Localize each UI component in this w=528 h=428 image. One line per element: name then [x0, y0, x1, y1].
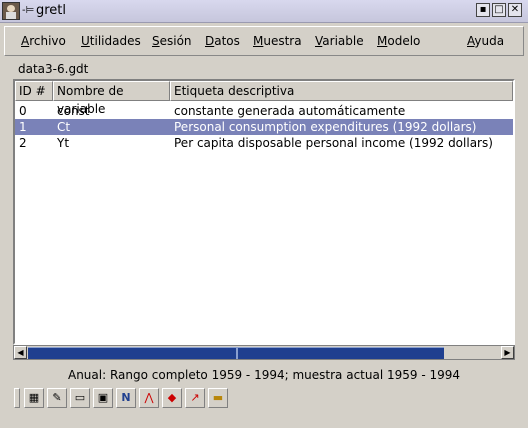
- toolbar: ▦ ✎ ▭ ▣ N ⋀ ◆ ↗ ▬: [4, 386, 240, 410]
- cell-id: 0: [19, 104, 27, 118]
- scroll-left-arrow-icon[interactable]: ◀: [14, 346, 27, 359]
- column-header-name[interactable]: Nombre de variable: [53, 81, 170, 116]
- minimize-button[interactable]: ▪: [476, 3, 490, 17]
- maximize-button[interactable]: □: [492, 3, 506, 17]
- cell-label: Personal consumption expenditures (1992 …: [174, 120, 477, 134]
- menu-datos[interactable]: Datos: [205, 34, 240, 48]
- cell-name: Yt: [57, 136, 70, 150]
- menu-muestra[interactable]: Muestra: [253, 34, 302, 48]
- menu-archivo[interactable]: Archivo: [21, 34, 66, 48]
- terminal-icon[interactable]: ▭: [70, 388, 90, 408]
- cell-label: constante generada automáticamente: [174, 104, 406, 118]
- pdf-icon[interactable]: ⋀: [139, 388, 159, 408]
- window-title: gretl: [36, 3, 67, 18]
- dataset-filename: data3-6.gdt: [18, 62, 89, 76]
- app-avatar-icon[interactable]: [2, 2, 20, 20]
- menu-modelo[interactable]: Modelo: [377, 34, 420, 48]
- pin-icon[interactable]: -⊨: [22, 5, 34, 16]
- edit-icon[interactable]: ✎: [47, 388, 67, 408]
- cell-label: Per capita disposable personal income (1…: [174, 136, 493, 150]
- title-bar[interactable]: -⊨ gretl ▪ □ ✕: [0, 0, 528, 23]
- scroll-right-arrow-icon[interactable]: ▶: [501, 346, 514, 359]
- table-row-selected[interactable]: 1 Ct Personal consumption expenditures (…: [15, 119, 513, 135]
- scroll-thumb[interactable]: [28, 347, 444, 359]
- cell-id: 1: [19, 120, 27, 134]
- cell-id: 2: [19, 136, 27, 150]
- horizontal-scrollbar[interactable]: ◀ ▶: [13, 345, 515, 360]
- model-icon[interactable]: ◆: [162, 388, 182, 408]
- menu-variable[interactable]: Variable: [315, 34, 364, 48]
- plot-icon[interactable]: ↗: [185, 388, 205, 408]
- cell-name: Ct: [57, 120, 71, 134]
- status-bar: Anual: Rango completo 1959 - 1994; muest…: [67, 368, 461, 382]
- calculator-icon[interactable]: ▦: [24, 388, 44, 408]
- menu-utilidades[interactable]: Utilidades: [81, 34, 141, 48]
- menu-ayuda[interactable]: Ayuda: [467, 34, 504, 48]
- column-header-id[interactable]: ID #: [15, 81, 53, 101]
- close-button[interactable]: ✕: [508, 3, 522, 17]
- session-icon[interactable]: ▣: [93, 388, 113, 408]
- notebook-icon[interactable]: N: [116, 388, 136, 408]
- scroll-grip: [236, 348, 238, 359]
- toolbar-grip[interactable]: [14, 388, 20, 408]
- table-row[interactable]: 2 Yt Per capita disposable personal inco…: [15, 135, 513, 151]
- folder-icon[interactable]: ▬: [208, 388, 228, 408]
- menu-bar: Archivo Utilidades Sesión Datos Muestra …: [4, 26, 524, 56]
- menu-sesion[interactable]: Sesión: [152, 34, 192, 48]
- cell-name: const: [57, 104, 90, 118]
- table-row[interactable]: 0 const constante generada automáticamen…: [15, 103, 513, 119]
- column-header-label[interactable]: Etiqueta descriptiva: [170, 81, 513, 101]
- variable-list[interactable]: ID # Nombre de variable Etiqueta descrip…: [13, 79, 515, 345]
